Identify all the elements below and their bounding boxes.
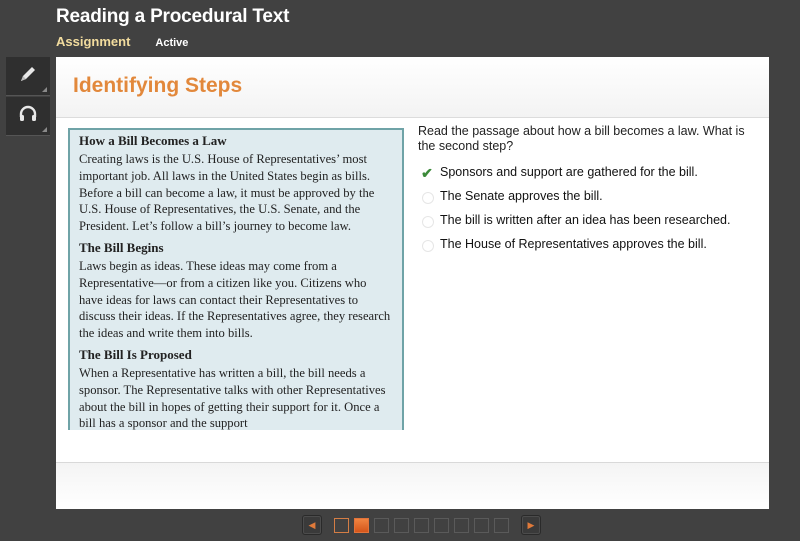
triangle-left-icon: ◀: [308, 519, 316, 530]
tool-menu-corner: [42, 127, 47, 132]
panel-header: Identifying Steps: [56, 57, 769, 118]
passage-heading: The Bill Is Proposed: [79, 346, 192, 362]
answer-option[interactable]: The bill is written after an idea has be…: [418, 213, 748, 228]
page-indicator-1[interactable]: [334, 517, 349, 533]
page-indicator-9[interactable]: [494, 517, 509, 533]
page-indicator-4[interactable]: [394, 517, 409, 533]
page-indicator-8[interactable]: [474, 517, 489, 533]
passage-paragraph: Creating laws is the U.S. House of Repre…: [79, 152, 375, 234]
radio-button[interactable]: [422, 192, 434, 204]
panel-footer: [56, 462, 769, 509]
answer-options: ✔ Sponsors and support are gathered for …: [418, 165, 748, 261]
assignment-label: Assignment: [56, 34, 131, 49]
page-indicators: [334, 517, 514, 533]
audio-tool-button[interactable]: [6, 97, 50, 136]
tool-menu-corner: [42, 87, 47, 92]
passage-paragraph: Laws begin as ideas. These ideas may com…: [79, 258, 391, 341]
answer-option[interactable]: The Senate approves the bill.: [418, 189, 748, 204]
sub-nav: Assignment Active: [56, 34, 188, 49]
page-indicator-3[interactable]: [374, 517, 389, 533]
answer-option[interactable]: ✔ Sponsors and support are gathered for …: [418, 165, 748, 180]
pencil-icon: [17, 63, 39, 90]
side-toolbar: [6, 57, 51, 137]
page-navigator: ◀ ▶: [302, 515, 541, 535]
previous-page-button[interactable]: ◀: [302, 515, 322, 535]
status-label: Active: [155, 37, 189, 49]
answer-option[interactable]: The House of Representatives approves th…: [418, 237, 748, 252]
answer-option-text: Sponsors and support are gathered for th…: [440, 165, 698, 179]
passage-paragraph: When a Representative has written a bill…: [79, 365, 386, 430]
question-prompt: Read the passage about how a bill become…: [418, 124, 745, 153]
answer-option-text: The House of Representatives approves th…: [440, 237, 707, 251]
headphones-icon: [17, 103, 39, 130]
next-page-button[interactable]: ▶: [521, 515, 541, 535]
triangle-right-icon: ▶: [527, 519, 535, 530]
answer-option-text: The bill is written after an idea has be…: [440, 213, 731, 227]
page-indicator-2[interactable]: [354, 517, 369, 533]
page-indicator-7[interactable]: [454, 517, 469, 533]
annotate-tool-button[interactable]: [6, 57, 50, 96]
passage-heading: How a Bill Becomes a Law: [79, 133, 227, 148]
radio-button[interactable]: [422, 216, 434, 228]
answer-option-text: The Senate approves the bill.: [440, 189, 603, 203]
reading-passage[interactable]: How a Bill Becomes a Law Creating laws i…: [68, 128, 404, 430]
activity-panel: Identifying Steps How a Bill Becomes a L…: [56, 57, 769, 509]
page-indicator-5[interactable]: [414, 517, 429, 533]
panel-title: Identifying Steps: [73, 74, 243, 97]
checkmark-icon: ✔: [421, 165, 433, 181]
page-indicator-6[interactable]: [434, 517, 449, 533]
app-title: Reading a Procedural Text: [56, 6, 290, 27]
passage-heading: The Bill Begins: [79, 239, 164, 255]
radio-button[interactable]: [422, 240, 434, 252]
